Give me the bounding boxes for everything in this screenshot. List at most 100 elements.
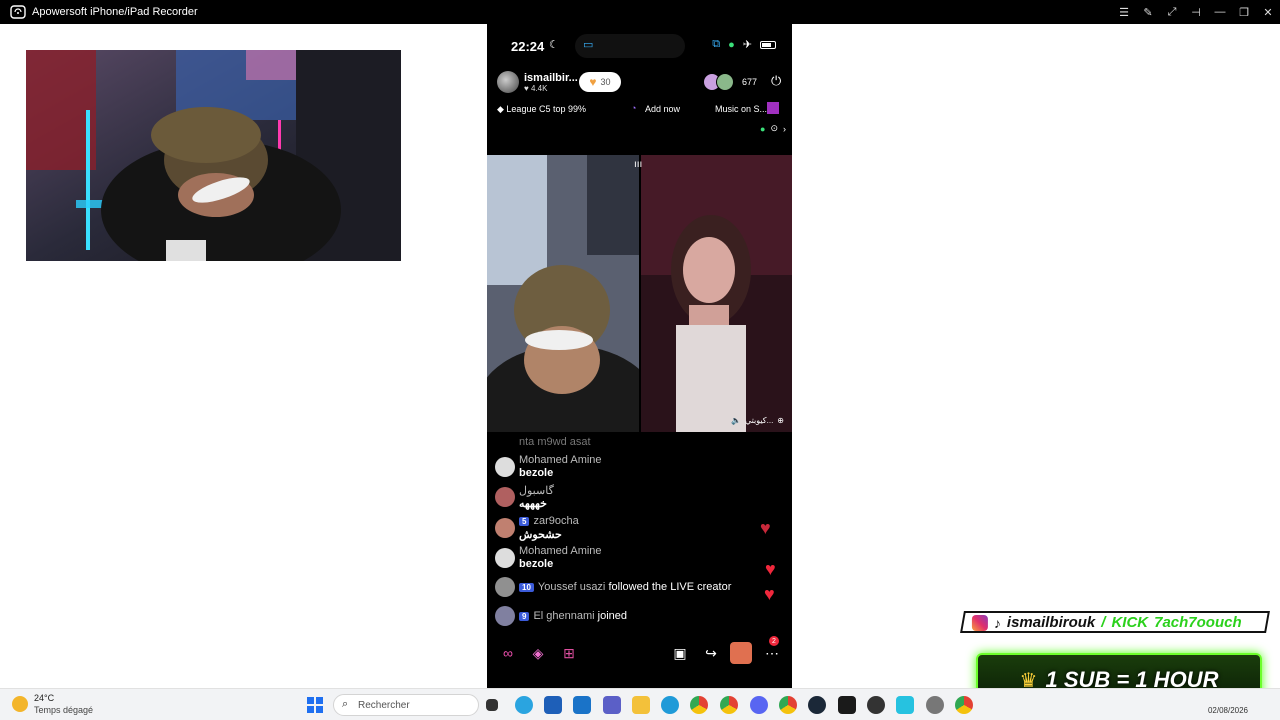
avatar[interactable] bbox=[495, 518, 515, 538]
instagram-icon bbox=[971, 614, 988, 631]
chrome-icon[interactable] bbox=[690, 696, 708, 714]
chat-message: 5 zar9ocha حشحوش bbox=[495, 515, 775, 543]
live-info-row: ◆ League C5 top 99% ◔ Add now Music on S… bbox=[497, 102, 787, 118]
edit-icon[interactable]: ✎ bbox=[1136, 0, 1160, 24]
telegram-icon[interactable] bbox=[515, 696, 533, 714]
avatar[interactable] bbox=[495, 548, 515, 568]
page-indicator: ● ⊙ › bbox=[760, 123, 786, 134]
chat-name[interactable]: گاسبول bbox=[519, 484, 554, 497]
avatar[interactable] bbox=[495, 457, 515, 477]
chat-name: El ghennami bbox=[533, 610, 595, 622]
recorder-taskbar-icon[interactable] bbox=[896, 696, 914, 714]
chat-inline[interactable]: 10 Youssef usazi followed the LIVE creato… bbox=[519, 581, 731, 593]
power-icon[interactable]: ⏻ bbox=[771, 73, 787, 89]
match-icon[interactable]: ◈ bbox=[527, 642, 549, 664]
airplane-mode-icon: ✈ bbox=[742, 39, 752, 51]
teams-icon[interactable] bbox=[603, 696, 621, 714]
chat-name: nta m9wd asat bbox=[519, 436, 591, 448]
host-name[interactable]: ismailbir... bbox=[524, 72, 578, 84]
avatar[interactable] bbox=[495, 577, 515, 597]
host-info[interactable]: ismailbir... ♥ 4.4K ♥ 30 677 ⏻ bbox=[497, 70, 787, 96]
chevron-right-icon[interactable]: › bbox=[783, 124, 786, 134]
notification-badge: 2 bbox=[769, 636, 779, 646]
chrome-profile-icon[interactable] bbox=[955, 696, 973, 714]
search-placeholder: Rechercher bbox=[358, 700, 410, 711]
chat-text: حشحوش bbox=[519, 529, 562, 541]
avatar[interactable] bbox=[495, 487, 515, 507]
weather-moon-icon[interactable] bbox=[12, 696, 28, 712]
apps-grid-icon[interactable]: ⊞ bbox=[558, 642, 580, 664]
battery-icon bbox=[760, 40, 776, 49]
taskbar-search[interactable]: ⌕ Rechercher bbox=[333, 694, 479, 716]
steam-icon[interactable] bbox=[808, 696, 826, 714]
recorder-title: Apowersoft iPhone/iPad Recorder bbox=[32, 6, 198, 18]
chat-name[interactable]: Mohamed Amine bbox=[519, 454, 602, 466]
music-link[interactable]: Music on S... bbox=[715, 104, 767, 114]
add-guest-icon[interactable]: ⊕ bbox=[777, 416, 784, 425]
status-time: 22:24 bbox=[511, 39, 545, 54]
explorer-icon[interactable] bbox=[632, 696, 650, 714]
chat-message: 9 El ghennami joined bbox=[495, 605, 775, 627]
level-badge: 5 bbox=[519, 517, 530, 526]
chat-message: 10 Youssef usazi followed the LIVE creato… bbox=[495, 576, 775, 598]
kick-app-icon[interactable] bbox=[838, 696, 856, 714]
webcam-image bbox=[26, 50, 401, 261]
green-dot-icon: ● bbox=[760, 123, 766, 134]
fullscreen-icon[interactable]: ⤢ bbox=[1160, 0, 1184, 24]
window-controls: ☰ ✎ ⤢ ⊣ — ❐ ✕ bbox=[1112, 0, 1280, 24]
weather-description[interactable]: Temps dégagé bbox=[34, 705, 93, 715]
live-chat: nta m9wd asat Mohamed Amine bezole گاسبو… bbox=[495, 434, 785, 634]
obs-icon[interactable] bbox=[867, 696, 885, 714]
guest-label[interactable]: 🔈 كيوبتي... ⊕ bbox=[731, 416, 784, 425]
camera-icon[interactable]: ⊙ bbox=[770, 123, 778, 134]
chrome-profile-icon[interactable] bbox=[779, 696, 797, 714]
viewer-count[interactable]: 677 bbox=[742, 77, 757, 87]
viewer-avatars[interactable] bbox=[703, 73, 735, 91]
dynamic-island: ▭ bbox=[575, 34, 685, 58]
host-video bbox=[487, 155, 639, 432]
restore-button[interactable]: ❐ bbox=[1232, 0, 1256, 24]
chrome-profile-icon[interactable] bbox=[720, 696, 738, 714]
host-likes: ♥ 4.4K bbox=[524, 84, 548, 93]
moon-icon: ☾ bbox=[549, 39, 559, 51]
recorder-titlebar: Apowersoft iPhone/iPad Recorder ☰ ✎ ⤢ ⊣ … bbox=[0, 0, 1280, 24]
chat-name[interactable]: Mohamed Amine bbox=[519, 545, 602, 557]
host-video-image bbox=[487, 155, 639, 432]
avatar[interactable] bbox=[495, 606, 515, 626]
weather-temp[interactable]: 24°C bbox=[34, 693, 54, 703]
edge-icon[interactable] bbox=[661, 696, 679, 714]
chat-message: گاسبول خهههه bbox=[495, 484, 775, 512]
kick-handle: 7ach7oouch bbox=[1154, 614, 1242, 631]
host-avatar[interactable] bbox=[497, 71, 519, 93]
minimize-button[interactable]: — bbox=[1208, 0, 1232, 24]
outlook-icon[interactable] bbox=[573, 696, 591, 714]
guest-video: 🔈 كيوبتي... ⊕ bbox=[641, 155, 792, 432]
store-icon[interactable] bbox=[544, 696, 562, 714]
speaker-icon: 🔈 bbox=[730, 416, 741, 425]
heart-icon: ♥ bbox=[589, 75, 597, 89]
taskbar-date[interactable]: 02/08/2026 bbox=[1208, 706, 1248, 715]
league-badge[interactable]: ◆ League C5 top 99% bbox=[497, 104, 586, 115]
add-now-button[interactable]: Add now bbox=[645, 104, 680, 114]
airplay-icon: ▭ bbox=[583, 39, 594, 51]
guest-name: كيوبتي... bbox=[744, 416, 774, 425]
like-pill[interactable]: ♥ 30 bbox=[579, 72, 621, 92]
chat-name-row[interactable]: 5 zar9ocha bbox=[519, 515, 579, 527]
gift-thumb-icon[interactable] bbox=[730, 642, 752, 664]
share-icon[interactable]: ↪ bbox=[700, 642, 722, 664]
film-icon[interactable]: ▣ bbox=[669, 642, 691, 664]
close-button[interactable]: ✕ bbox=[1256, 0, 1280, 24]
task-view-icon[interactable] bbox=[486, 699, 498, 711]
status-indicators: ⧉ ● ✈ bbox=[712, 38, 776, 51]
start-button[interactable] bbox=[307, 697, 323, 713]
more-icon[interactable]: ⋯ 2 bbox=[761, 636, 783, 664]
audio-bars-icon: ııı bbox=[634, 159, 643, 170]
chat-inline[interactable]: 9 El ghennami joined bbox=[519, 610, 627, 622]
screen-mirror-icon: ⧉ bbox=[712, 38, 721, 50]
pin-icon[interactable]: ⊣ bbox=[1184, 0, 1208, 24]
discord-icon[interactable] bbox=[750, 696, 768, 714]
list-icon[interactable]: ☰ bbox=[1112, 0, 1136, 24]
link-icon[interactable]: ∞ bbox=[497, 642, 519, 664]
settings-icon[interactable] bbox=[926, 696, 944, 714]
gift-icon: ◔ bbox=[631, 103, 637, 113]
